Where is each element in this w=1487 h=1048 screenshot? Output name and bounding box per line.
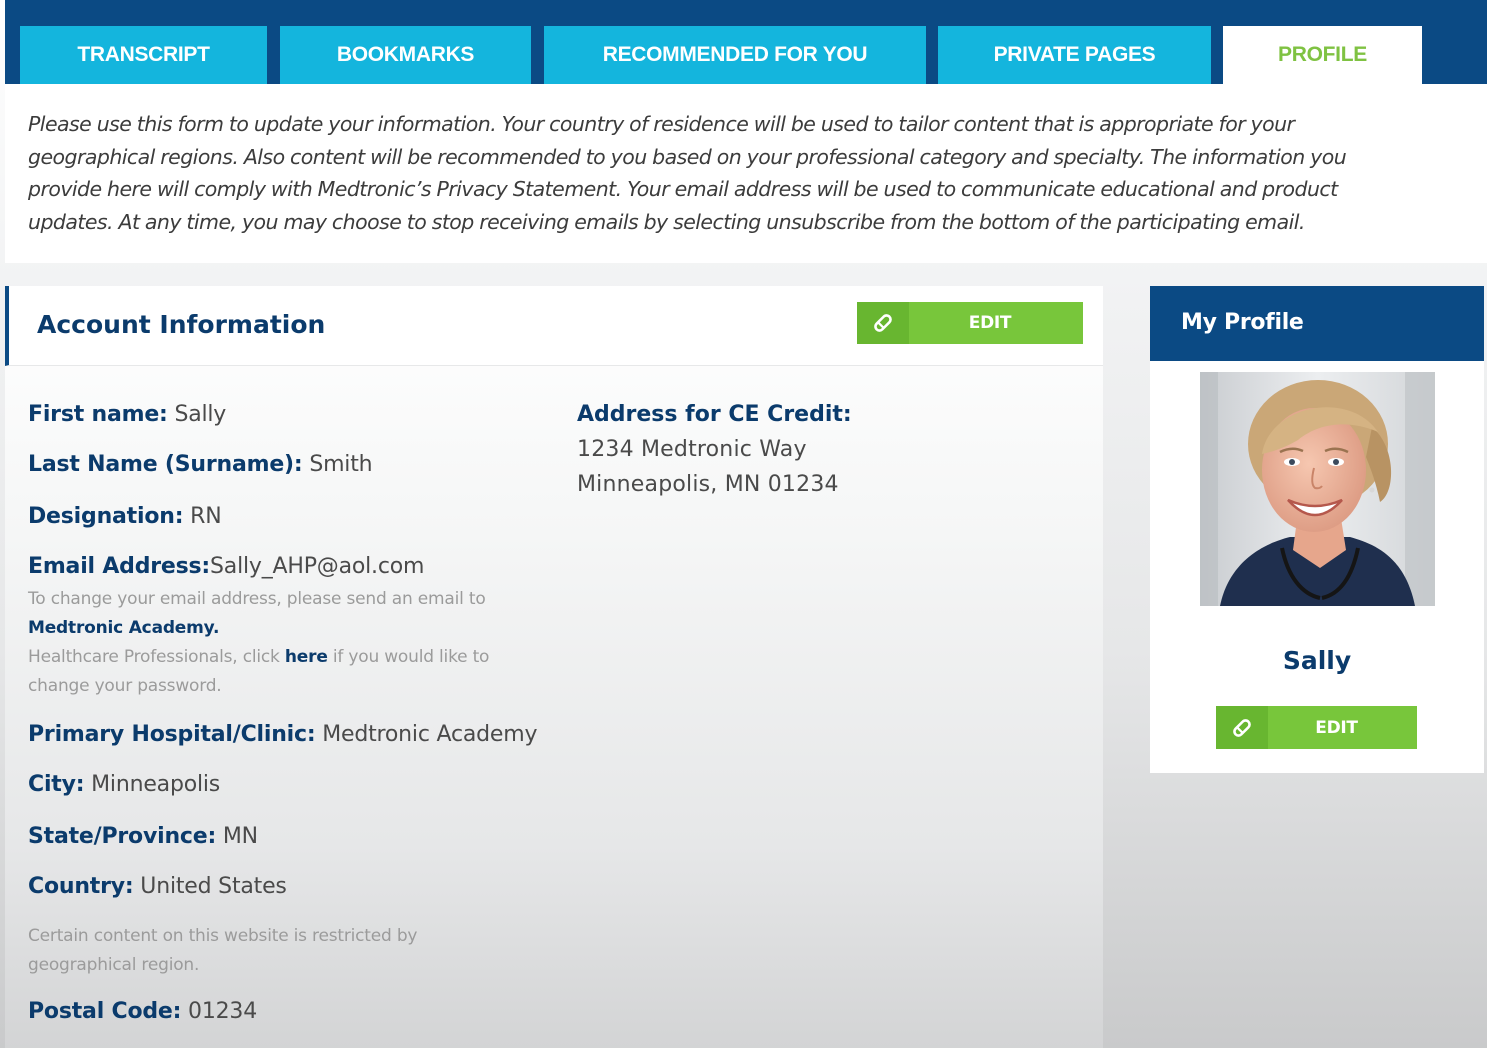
account-information-panel: Account Information EDIT First name: Sal…	[5, 286, 1103, 1048]
hospital-row: Primary Hospital/Clinic: Medtronic Acade…	[28, 722, 538, 747]
account-information-header: Account Information EDIT	[5, 286, 1103, 366]
email-change-note: To change your email address, please sen…	[28, 585, 489, 701]
postal-code-row: Postal Code: 01234	[28, 999, 257, 1024]
tab-transcript[interactable]: TRANSCRIPT	[20, 26, 267, 84]
hospital-value: Medtronic Academy	[322, 722, 538, 747]
intro-text: Please use this form to update your info…	[5, 84, 1487, 263]
account-edit-button[interactable]: EDIT	[857, 302, 1083, 344]
state-value: MN	[222, 824, 258, 849]
tab-profile[interactable]: PROFILE	[1223, 26, 1422, 84]
password-note-suffix: if you would like to	[332, 647, 490, 667]
designation-value: RN	[190, 504, 222, 529]
country-value: United States	[140, 874, 287, 899]
country-note: Certain content on this website is restr…	[28, 922, 417, 980]
password-note-prefix: Healthcare Professionals, click	[28, 647, 280, 667]
email-value: Sally_AHP@aol.com	[210, 554, 425, 579]
account-information-title: Account Information	[37, 310, 326, 339]
ce-address-label: Address for CE Credit:	[577, 402, 852, 427]
medtronic-academy-link[interactable]: Medtronic Academy.	[28, 618, 219, 638]
first-name-row: First name: Sally	[28, 402, 226, 427]
tab-private-pages[interactable]: PRIVATE PAGES	[938, 26, 1211, 84]
city-value: Minneapolis	[91, 772, 221, 797]
designation-label: Designation:	[28, 504, 184, 529]
country-row: Country: United States	[28, 874, 287, 899]
state-row: State/Province: MN	[28, 824, 258, 849]
hospital-label: Primary Hospital/Clinic:	[28, 722, 316, 747]
ce-address-line-2: Minneapolis, MN 01234	[577, 472, 839, 497]
pencil-icon	[1216, 706, 1268, 749]
email-label: Email Address:	[28, 554, 211, 579]
state-label: State/Province:	[28, 824, 217, 849]
postal-code-label: Postal Code:	[28, 999, 182, 1024]
profile-edit-button[interactable]: EDIT	[1216, 706, 1417, 749]
my-profile-header: My Profile	[1150, 286, 1484, 361]
profile-photo	[1200, 372, 1435, 606]
city-label: City:	[28, 772, 85, 797]
tab-bookmarks[interactable]: BOOKMARKS	[280, 26, 531, 84]
password-note-end: change your password.	[28, 676, 222, 696]
my-profile-title: My Profile	[1181, 310, 1304, 335]
ce-address-line-1: 1234 Medtronic Way	[577, 437, 807, 462]
last-name-value: Smith	[309, 452, 373, 477]
profile-edit-label: EDIT	[1315, 717, 1358, 738]
first-name-value: Sally	[174, 402, 227, 427]
my-profile-card: My Profile Sally EDIT	[1150, 286, 1484, 773]
postal-code-value: 01234	[188, 999, 258, 1024]
tab-recommended-for-you[interactable]: RECOMMENDED FOR YOU	[544, 26, 926, 84]
profile-name: Sally	[1282, 646, 1352, 675]
change-password-link[interactable]: here	[285, 647, 328, 667]
email-note-text: To change your email address, please sen…	[28, 589, 486, 609]
designation-row: Designation: RN	[28, 504, 222, 529]
first-name-label: First name:	[28, 402, 168, 427]
country-label: Country:	[28, 874, 134, 899]
last-name-label: Last Name (Surname):	[28, 452, 303, 477]
email-row: Email Address:Sally_AHP@aol.com	[28, 554, 424, 579]
account-edit-label: EDIT	[968, 313, 1012, 333]
last-name-row: Last Name (Surname): Smith	[28, 452, 373, 477]
country-note-line-1: Certain content on this website is restr…	[28, 926, 418, 946]
pencil-icon	[857, 302, 909, 344]
country-note-line-2: geographical region.	[28, 955, 200, 975]
city-row: City: Minneapolis	[28, 772, 220, 797]
